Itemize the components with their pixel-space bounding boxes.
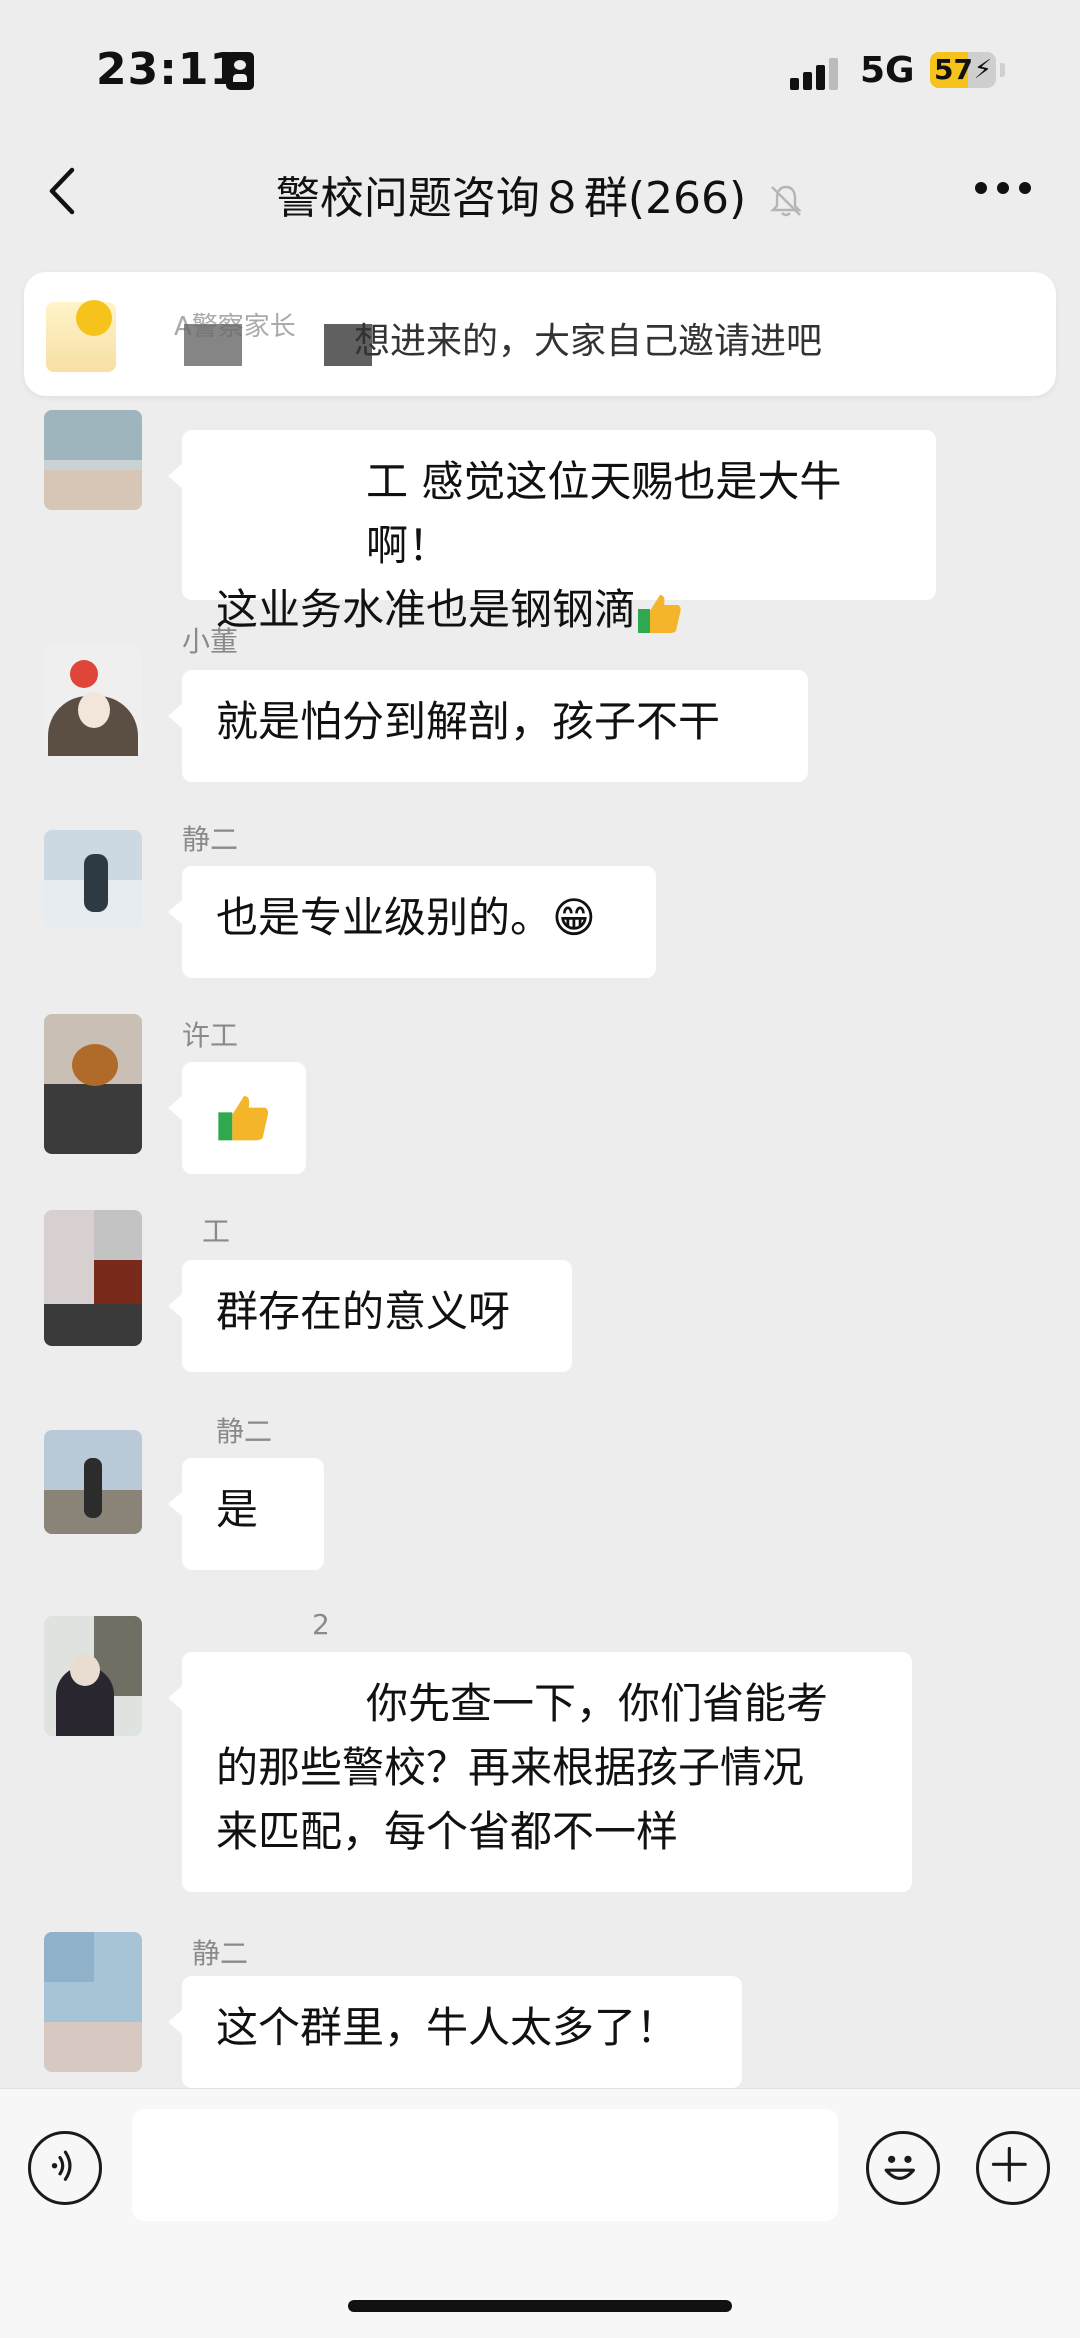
sender-name: 工 bbox=[202, 1215, 231, 1248]
message-text: 就是怕分到解剖，孩子不干 bbox=[216, 697, 721, 746]
sun-icon bbox=[76, 300, 112, 336]
redacted-block bbox=[184, 324, 242, 366]
message-bubble[interactable]: 是 bbox=[168, 1458, 324, 1570]
sender-name: 许工 bbox=[182, 1019, 239, 1052]
emoji-icon[interactable] bbox=[866, 2131, 940, 2205]
voice-input-icon[interactable] bbox=[28, 2131, 102, 2205]
message-bubble[interactable]: 也是专业级别的。😁 bbox=[168, 866, 656, 978]
pinned-message-banner[interactable]: A警察家长 想进来的，大家自己邀请进吧 bbox=[24, 272, 1056, 396]
battery-percentage: 57 bbox=[934, 53, 973, 86]
message-bubble[interactable]: 工 感觉这位天赐也是大牛啊！ 这业务水准也是钢钢滴 bbox=[168, 430, 936, 634]
more-options-icon[interactable] bbox=[975, 182, 1035, 196]
charging-bolt-icon: ⚡ bbox=[973, 55, 992, 85]
clock: 23:11 bbox=[96, 44, 242, 95]
sender-name: 静二 bbox=[216, 1415, 273, 1448]
avatar[interactable] bbox=[44, 830, 142, 928]
avatar[interactable] bbox=[44, 1616, 142, 1736]
home-indicator[interactable] bbox=[348, 2300, 732, 2312]
avatar[interactable] bbox=[44, 1210, 142, 1346]
message-text: 是 bbox=[216, 1485, 259, 1534]
muted-bell-icon bbox=[770, 185, 803, 217]
avatar[interactable] bbox=[44, 1014, 142, 1154]
message-text: 你先查一下，你们省能考 bbox=[366, 1679, 829, 1728]
message-text: 工 感觉这位天赐也是大牛啊！ bbox=[366, 457, 842, 570]
battery-tip bbox=[1000, 63, 1005, 77]
status-bar: 23:11 5G 57 ⚡ bbox=[0, 0, 1080, 130]
message-text: 群存在的意义呀 bbox=[216, 1287, 511, 1336]
thumbs-up-emoji-icon bbox=[218, 1095, 269, 1140]
message-text: 来匹配，每个省都不一样 bbox=[216, 1807, 679, 1856]
message-text: 这个群里，牛人太多了！ bbox=[216, 2003, 679, 2052]
message-bubble[interactable]: 群存在的意义呀 bbox=[168, 1260, 572, 1372]
message-bubble[interactable]: 这个群里，牛人太多了！ bbox=[168, 1976, 742, 2088]
plus-icon[interactable] bbox=[976, 2131, 1050, 2205]
battery-icon: 57 ⚡ bbox=[930, 52, 996, 88]
message-bubble[interactable]: 就是怕分到解剖，孩子不干 bbox=[168, 670, 808, 782]
sender-name: 2 bbox=[312, 1608, 330, 1641]
cellular-signal-icon bbox=[790, 58, 840, 90]
sender-name: 小董 bbox=[182, 625, 239, 658]
network-type: 5G bbox=[860, 50, 915, 91]
sender-name: 静二 bbox=[192, 1937, 249, 1970]
notice-text: 想进来的，大家自己邀请进吧 bbox=[354, 321, 823, 362]
message-text-row: 这业务水准也是钢钢滴 bbox=[216, 578, 902, 642]
group-name: 警校问题咨询８群(266) bbox=[275, 173, 747, 224]
message-text: 这业务水准也是钢钢滴 bbox=[216, 585, 637, 634]
thumbs-up-emoji-icon bbox=[638, 594, 681, 633]
avatar[interactable] bbox=[44, 1430, 142, 1534]
avatar[interactable] bbox=[44, 1932, 142, 2072]
sim-card-icon bbox=[226, 52, 254, 90]
sender-name: 静二 bbox=[182, 823, 239, 856]
avatar[interactable] bbox=[44, 646, 142, 758]
chat-title[interactable]: 警校问题咨询８群(266) bbox=[0, 162, 1080, 226]
avatar[interactable] bbox=[44, 410, 142, 510]
message-bubble[interactable]: 你先查一下，你们省能考 的那些警校？再来根据孩子情况 来匹配，每个省都不一样 bbox=[168, 1652, 912, 1892]
chat-header: 警校问题咨询８群(266) bbox=[0, 140, 1080, 240]
message-input[interactable] bbox=[132, 2109, 838, 2221]
message-bubble[interactable] bbox=[168, 1062, 306, 1174]
message-text: 也是专业级别的。😁 bbox=[216, 893, 596, 942]
message-text: 的那些警校？再来根据孩子情况 bbox=[216, 1743, 805, 1792]
